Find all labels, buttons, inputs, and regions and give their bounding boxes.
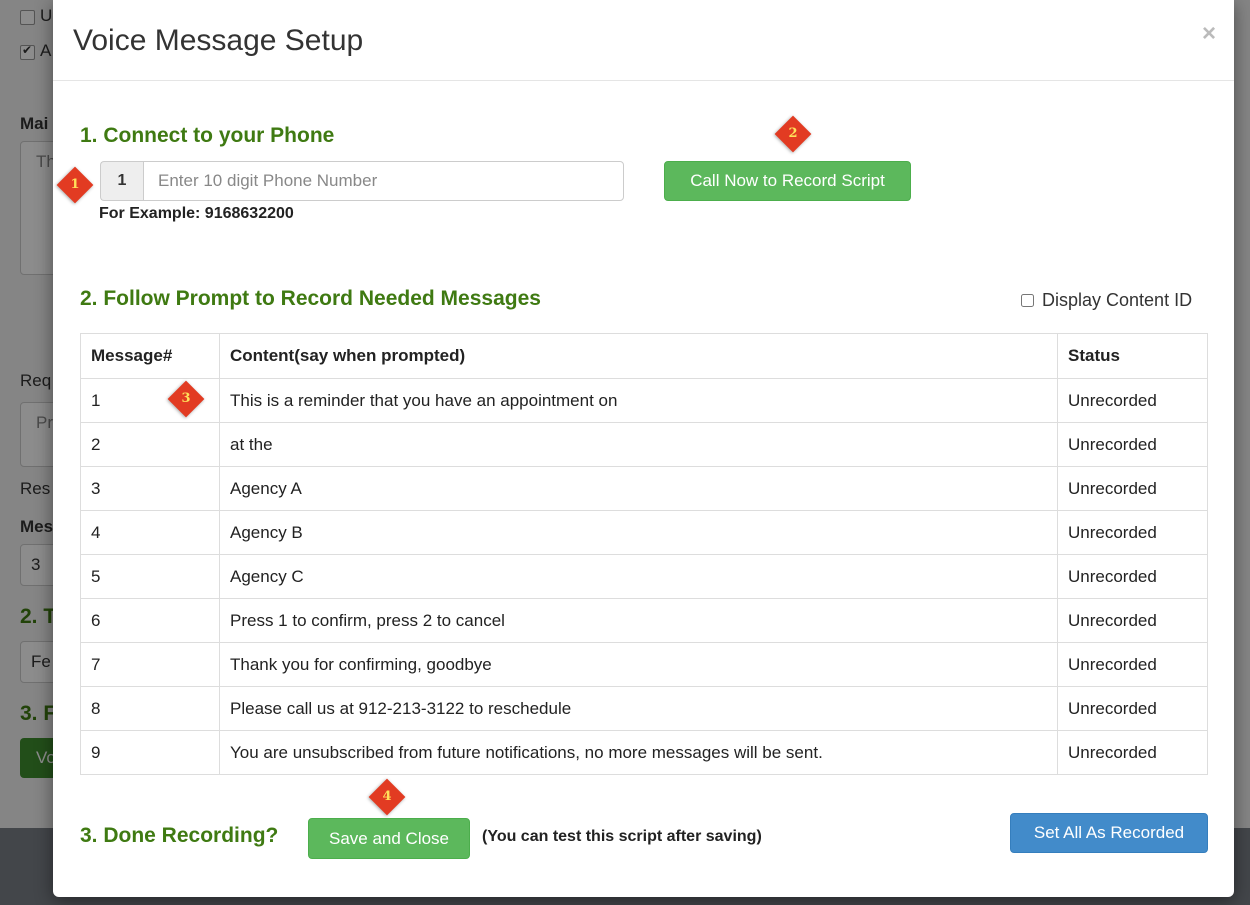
message-status: Unrecorded xyxy=(1057,378,1208,423)
phone-example: For Example: 9168632200 xyxy=(99,205,294,222)
messages-table: Message# Content(say when prompted) Stat… xyxy=(80,333,1208,775)
set-all-as-recorded-button[interactable]: Set All As Recorded xyxy=(1010,813,1208,853)
table-row: 7 Thank you for confirming, goodbye Unreco… xyxy=(80,642,1208,687)
table-row: 2 at the Unrecorded xyxy=(80,422,1208,467)
message-num: 4 xyxy=(80,510,220,555)
message-num: 2 xyxy=(80,422,220,467)
message-content: You are unsubscribed from future notific… xyxy=(219,730,1058,775)
message-content: Agency B xyxy=(219,510,1058,555)
step3-title: 3. Done Recording? xyxy=(80,824,279,847)
table-row: 8 Please call us at 912-213-3122 to resch… xyxy=(80,686,1208,731)
message-content: Press 1 to confirm, press 2 to cancel xyxy=(219,598,1058,643)
message-status: Unrecorded xyxy=(1057,554,1208,599)
message-status: Unrecorded xyxy=(1057,730,1208,775)
callout-marker-1-label: 1 xyxy=(70,177,80,192)
column-header-message-num: Message# xyxy=(80,333,220,379)
table-row: 3 Agency A Unrecorded xyxy=(80,466,1208,511)
callout-marker-4-label: 4 xyxy=(382,789,392,804)
callout-marker-3: 3 xyxy=(167,380,205,418)
table-row: 9 You are unsubscribed from future notifi… xyxy=(80,730,1208,775)
message-status: Unrecorded xyxy=(1057,510,1208,555)
callout-marker-1: 1 xyxy=(56,166,94,204)
phone-number-input[interactable] xyxy=(143,161,624,201)
message-num: 7 xyxy=(80,642,220,687)
message-content: at the xyxy=(219,422,1058,467)
call-now-button[interactable]: Call Now to Record Script xyxy=(664,161,911,201)
table-row: 4 Agency B Unrecorded xyxy=(80,510,1208,555)
message-content: Agency C xyxy=(219,554,1058,599)
message-status: Unrecorded xyxy=(1057,422,1208,467)
callout-marker-4: 4 xyxy=(368,778,406,816)
modal-header: Voice Message Setup × xyxy=(53,0,1234,81)
voice-message-setup-modal: Voice Message Setup × 1. Connect to your… xyxy=(53,0,1234,897)
message-status: Unrecorded xyxy=(1057,642,1208,687)
display-content-id-label: Display Content ID xyxy=(1042,290,1193,310)
message-content: This is a reminder that you have an appo… xyxy=(219,378,1058,423)
save-and-close-button[interactable]: Save and Close xyxy=(308,818,470,859)
table-row: 1 This is a reminder that you have an app… xyxy=(80,378,1208,423)
display-content-id-toggle[interactable]: Display Content ID xyxy=(1021,290,1192,311)
message-content: Thank you for confirming, goodbye xyxy=(219,642,1058,687)
message-num: 8 xyxy=(80,686,220,731)
step1-title: 1. Connect to your Phone xyxy=(80,124,335,147)
step2-title: 2. Follow Prompt to Record Needed Messag… xyxy=(80,287,541,310)
message-num: 9 xyxy=(80,730,220,775)
close-icon[interactable]: × xyxy=(1202,20,1216,48)
phone-input-group: 1 xyxy=(100,161,624,201)
message-num: 3 xyxy=(80,466,220,511)
table-header-row: Message# Content(say when prompted) Stat… xyxy=(80,333,1208,379)
table-row: 6 Press 1 to confirm, press 2 to cancel Un… xyxy=(80,598,1208,643)
message-status: Unrecorded xyxy=(1057,686,1208,731)
modal-title: Voice Message Setup xyxy=(73,24,364,57)
save-note: (You can test this script after saving) xyxy=(482,828,762,845)
message-content: Please call us at 912-213-3122 to resche… xyxy=(219,686,1058,731)
callout-marker-3-label: 3 xyxy=(181,391,191,406)
message-status: Unrecorded xyxy=(1057,598,1208,643)
column-header-content: Content(say when prompted) xyxy=(219,333,1058,379)
message-num: 6 xyxy=(80,598,220,643)
message-content: Agency A xyxy=(219,466,1058,511)
callout-marker-2-label: 2 xyxy=(788,126,798,141)
column-header-status: Status xyxy=(1057,333,1208,379)
display-content-id-checkbox[interactable] xyxy=(1021,294,1034,307)
country-code: 1 xyxy=(100,161,143,201)
callout-marker-2: 2 xyxy=(774,115,812,153)
table-row: 5 Agency C Unrecorded xyxy=(80,554,1208,599)
message-status: Unrecorded xyxy=(1057,466,1208,511)
message-num: 5 xyxy=(80,554,220,599)
